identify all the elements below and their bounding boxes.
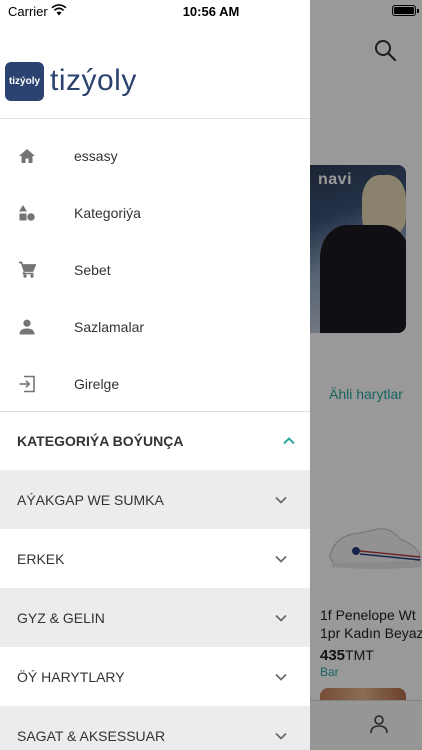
category-item-home-goods[interactable]: ÖÝ HARYTLARY [0,647,310,706]
menu-item-label: Sazlamalar [74,318,145,335]
category-label: SAGAT & AKSESSUAR [17,727,166,744]
menu-item-cart[interactable]: Sebet [0,241,310,298]
drawer-menu: essasy Kategoriýa Sebet Sazlamalar Girel… [0,127,310,412]
person-icon [16,316,38,338]
menu-item-login[interactable]: Girelge [0,355,310,412]
menu-item-label: Girelge [74,375,120,392]
cart-icon [16,259,38,281]
menu-item-home[interactable]: essasy [0,127,310,184]
category-item-men[interactable]: ERKEK [0,529,310,588]
chevron-up-icon [283,437,295,445]
chevron-down-icon [275,496,287,504]
menu-item-label: Kategoriýa [74,204,141,221]
chevron-down-icon [275,555,287,563]
navigation-drawer: tizýoly tizýoly essasy Kategoriýa Sebet [0,0,310,750]
status-bar: Carrier 10:56 AM [0,0,422,22]
category-item-shoes-bags[interactable]: AÝAKGAP WE SUMKA [0,470,310,529]
app-logo: tizýoly tizýoly [5,61,137,101]
divider [0,118,310,119]
clock: 10:56 AM [182,4,240,19]
category-icon [16,202,38,224]
logo-badge: tizýoly [5,61,44,101]
battery-icon [392,5,419,16]
login-icon [16,373,38,395]
category-section-toggle[interactable]: KATEGORIÝA BOÝUNÇA [0,412,310,470]
category-list: AÝAKGAP WE SUMKA ERKEK GYZ & GELIN ÖÝ HA… [0,470,310,750]
category-label: ÖÝ HARYTLARY [17,668,125,685]
menu-item-label: Sebet [74,261,111,278]
category-section-title: KATEGORIÝA BOÝUNÇA [17,433,184,449]
home-icon [16,145,38,167]
category-label: GYZ & GELIN [17,609,105,626]
chevron-down-icon [275,732,287,740]
category-item-watches-accessories[interactable]: SAGAT & AKSESSUAR [0,706,310,750]
menu-item-settings[interactable]: Sazlamalar [0,298,310,355]
category-label: AÝAKGAP WE SUMKA [17,491,164,508]
logo-wordmark: tizýoly [50,64,137,97]
chevron-down-icon [275,614,287,622]
menu-item-label: essasy [74,147,118,164]
category-label: ERKEK [17,550,65,567]
category-item-women[interactable]: GYZ & GELIN [0,588,310,647]
menu-item-category[interactable]: Kategoriýa [0,184,310,241]
chevron-down-icon [275,673,287,681]
